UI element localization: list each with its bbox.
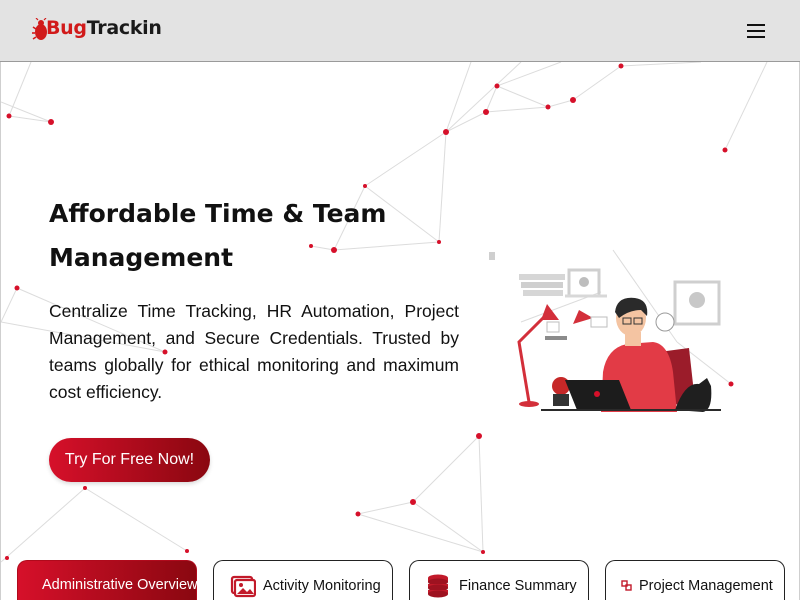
feature-tabs: Administrative Overview Activity Monitor…	[1, 560, 799, 600]
hero-title: Affordable Time & Team Management	[49, 199, 387, 272]
coin-stack-icon	[428, 574, 448, 598]
person-working-at-laptop-illustration	[489, 252, 721, 412]
tab-label: Activity Monitoring	[263, 578, 381, 594]
brand-name: BugTrackin	[46, 17, 162, 39]
tab-project-management[interactable]: Project Management	[605, 560, 785, 600]
hero-section: Affordable Time & Team Management Centra…	[0, 62, 800, 600]
tab-finance-summary[interactable]: Finance Summary	[409, 560, 589, 600]
hamburger-menu-icon[interactable]	[744, 21, 768, 41]
project-icon	[621, 580, 632, 591]
try-for-free-button[interactable]: Try For Free Now!	[49, 438, 210, 482]
tab-label: Administrative Overview	[42, 577, 198, 593]
tab-administrative-overview[interactable]: Administrative Overview	[17, 560, 198, 600]
tab-activity-monitoring[interactable]: Activity Monitoring	[213, 560, 393, 600]
brand-name-part2: Trackin	[86, 17, 162, 39]
tab-label: Project Management	[639, 578, 773, 594]
hero-description: Centralize Time Tracking, HR Automation,…	[49, 301, 459, 402]
image-gallery-icon	[230, 575, 256, 598]
brand-name-part1: Bug	[46, 17, 87, 39]
tab-label: Finance Summary	[459, 578, 577, 594]
site-header: BugTrackin	[0, 0, 800, 62]
